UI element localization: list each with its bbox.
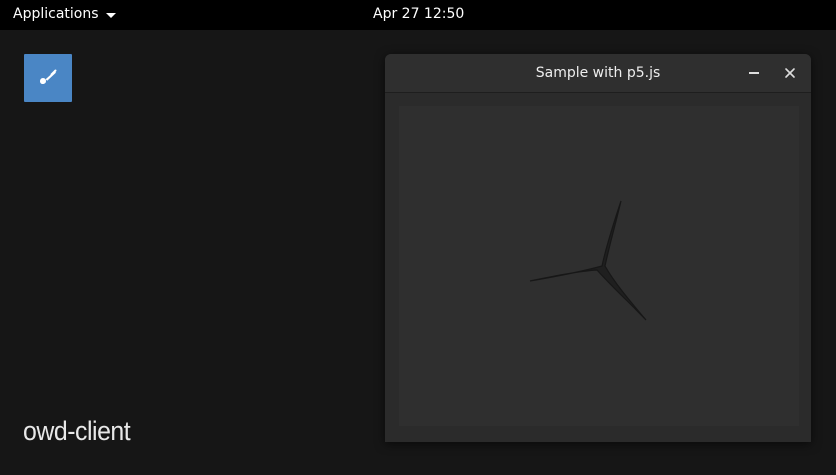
clock[interactable]: Apr 27 12:50	[373, 6, 464, 22]
close-button[interactable]	[780, 63, 800, 83]
p5-canvas[interactable]	[399, 106, 799, 426]
spinner-shape	[529, 200, 647, 321]
app-window: Sample with p5.js	[385, 54, 811, 442]
caret-down-icon	[105, 12, 116, 18]
window-titlebar[interactable]: Sample with p5.js	[385, 54, 811, 93]
desktop: owd-client Sample with p5.js	[0, 30, 836, 475]
minimize-button[interactable]	[744, 63, 764, 83]
applications-label: Applications	[13, 6, 99, 22]
top-bar: Applications Apr 27 12:50	[0, 0, 836, 30]
close-icon	[785, 68, 795, 78]
paint-brush-icon	[40, 69, 57, 84]
desktop-label: owd-client	[23, 416, 131, 446]
minimize-icon	[749, 72, 759, 74]
paint-brush-launcher-button[interactable]	[24, 54, 72, 102]
applications-menu[interactable]: Applications	[13, 6, 116, 22]
